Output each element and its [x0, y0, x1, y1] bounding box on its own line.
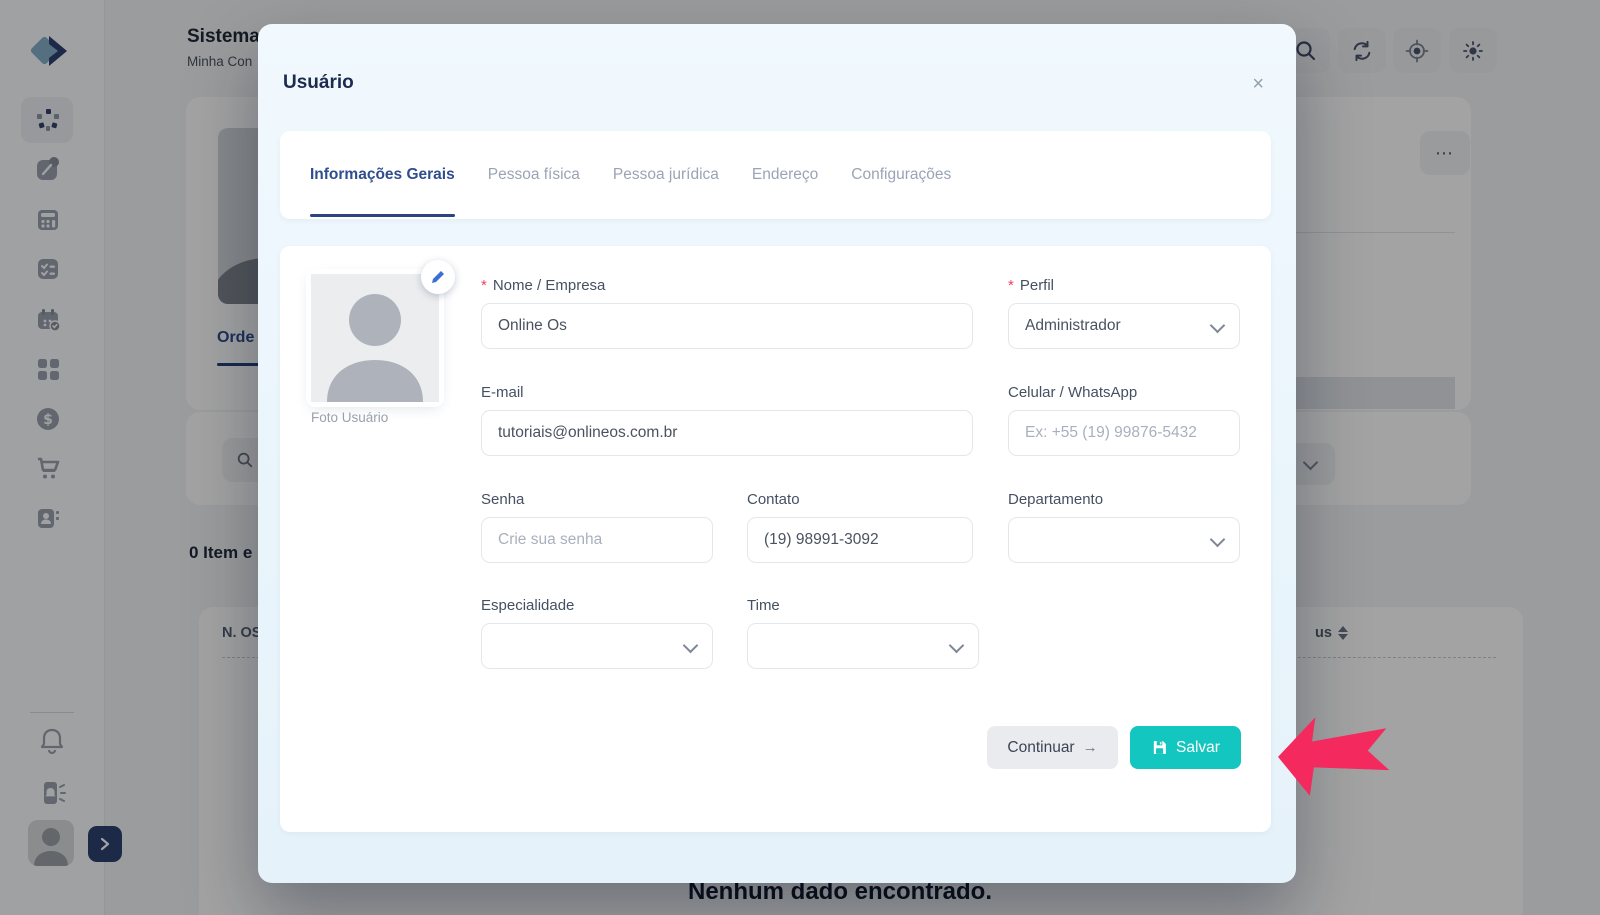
nome-empresa-input[interactable] [481, 303, 973, 349]
especialidade-select[interactable] [481, 623, 713, 669]
time-select[interactable] [747, 623, 979, 669]
chevron-down-icon [949, 638, 965, 654]
close-icon[interactable]: × [1252, 74, 1264, 94]
user-form: Foto Usuário * Nome / Empresa * Perfil A… [280, 246, 1271, 832]
field-label: Celular / WhatsApp [1008, 383, 1137, 402]
field-label: Perfil [1020, 276, 1054, 295]
chevron-down-icon [683, 638, 699, 654]
field-label: Especialidade [481, 596, 574, 615]
field-contato: Contato [747, 490, 973, 563]
field-label: Time [747, 596, 780, 615]
chevron-down-icon [1210, 318, 1226, 334]
save-floppy-icon [1151, 739, 1168, 756]
field-label: Departamento [1008, 490, 1103, 509]
active-tab-underline [310, 214, 455, 217]
field-departamento: Departamento [1008, 490, 1240, 563]
tab-pessoa-fisica[interactable]: Pessoa física [488, 131, 580, 219]
senha-input[interactable] [481, 517, 713, 563]
field-especialidade: Especialidade [481, 596, 713, 669]
tab-endereco[interactable]: Endereço [752, 131, 818, 219]
required-mark: * [1008, 276, 1014, 295]
field-label: Nome / Empresa [493, 276, 606, 295]
field-label: E-mail [481, 383, 524, 402]
user-modal: Usuário × Informações Gerais Pessoa físi… [258, 24, 1296, 883]
tab-informacoes-gerais[interactable]: Informações Gerais [310, 131, 455, 219]
tab-configuracoes[interactable]: Configurações [851, 131, 951, 219]
departamento-select[interactable] [1008, 517, 1240, 563]
field-time: Time [747, 596, 979, 669]
perfil-value: Administrador [1025, 317, 1121, 335]
user-photo [311, 274, 439, 402]
modal-title: Usuário [283, 72, 354, 94]
continuar-button[interactable]: Continuar → [987, 726, 1118, 769]
salvar-button[interactable]: Salvar [1130, 726, 1241, 769]
field-nome-empresa: * Nome / Empresa [481, 276, 973, 349]
modal-tabs: Informações Gerais Pessoa física Pessoa … [280, 131, 1271, 219]
field-senha: Senha [481, 490, 713, 563]
required-mark: * [481, 276, 487, 295]
field-label: Contato [747, 490, 800, 509]
screen: $ [0, 0, 1600, 915]
annotation-arrow [1273, 704, 1395, 805]
field-perfil: * Perfil Administrador [1008, 276, 1240, 349]
perfil-select[interactable]: Administrador [1008, 303, 1240, 349]
chevron-down-icon [1210, 532, 1226, 548]
photo-caption: Foto Usuário [311, 410, 388, 425]
edit-photo-button[interactable] [421, 260, 455, 294]
field-label: Senha [481, 490, 524, 509]
celular-input[interactable] [1008, 410, 1240, 456]
arrow-right-icon: → [1083, 739, 1098, 756]
contato-input[interactable] [747, 517, 973, 563]
field-email: E-mail [481, 383, 973, 456]
field-celular: Celular / WhatsApp [1008, 383, 1240, 456]
pencil-icon [430, 269, 446, 285]
email-input[interactable] [481, 410, 973, 456]
tab-pessoa-juridica[interactable]: Pessoa jurídica [613, 131, 719, 219]
